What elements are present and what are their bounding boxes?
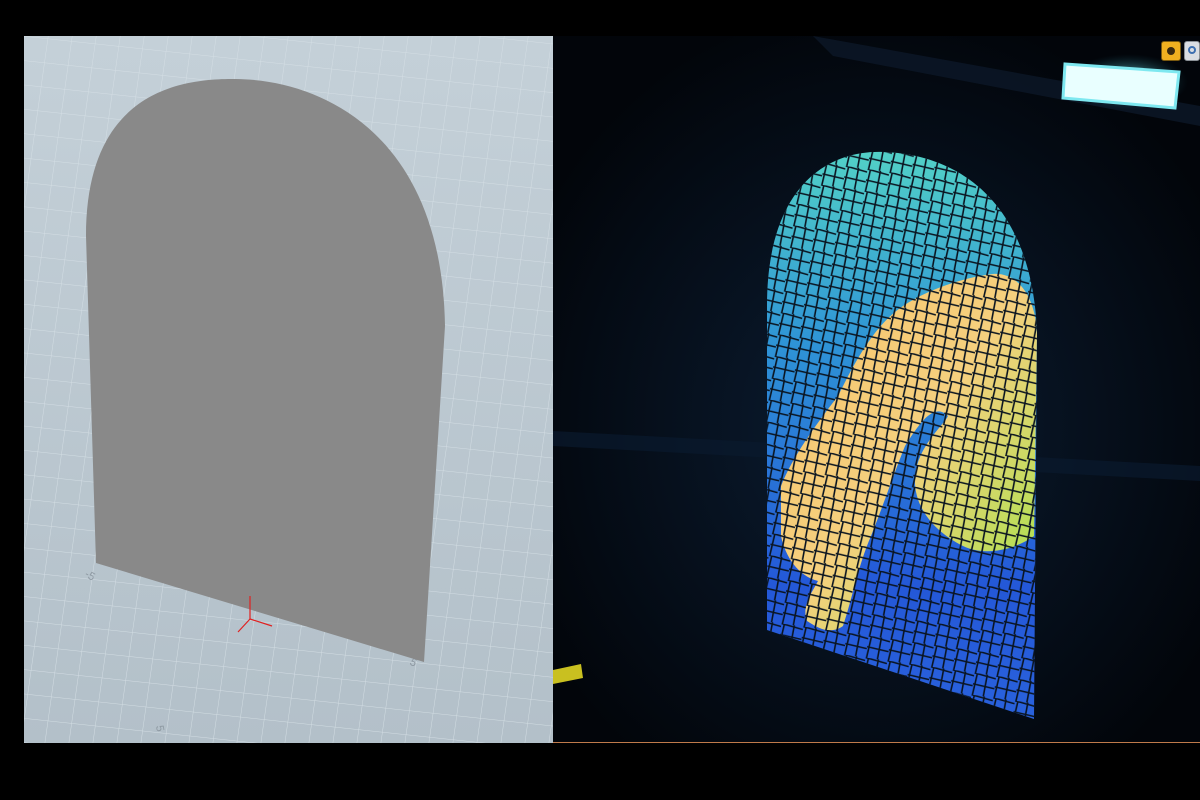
- camera-handle-icon[interactable]: [1161, 41, 1181, 61]
- geometry-viewport-canvas: -5 5 5: [24, 36, 553, 743]
- search-icon[interactable]: [1184, 41, 1200, 61]
- geometry-viewport[interactable]: -5 5 5: [24, 36, 553, 743]
- arch-plane[interactable]: [86, 78, 445, 662]
- render-viewport-canvas: [553, 36, 1200, 742]
- render-viewport[interactable]: [553, 36, 1200, 743]
